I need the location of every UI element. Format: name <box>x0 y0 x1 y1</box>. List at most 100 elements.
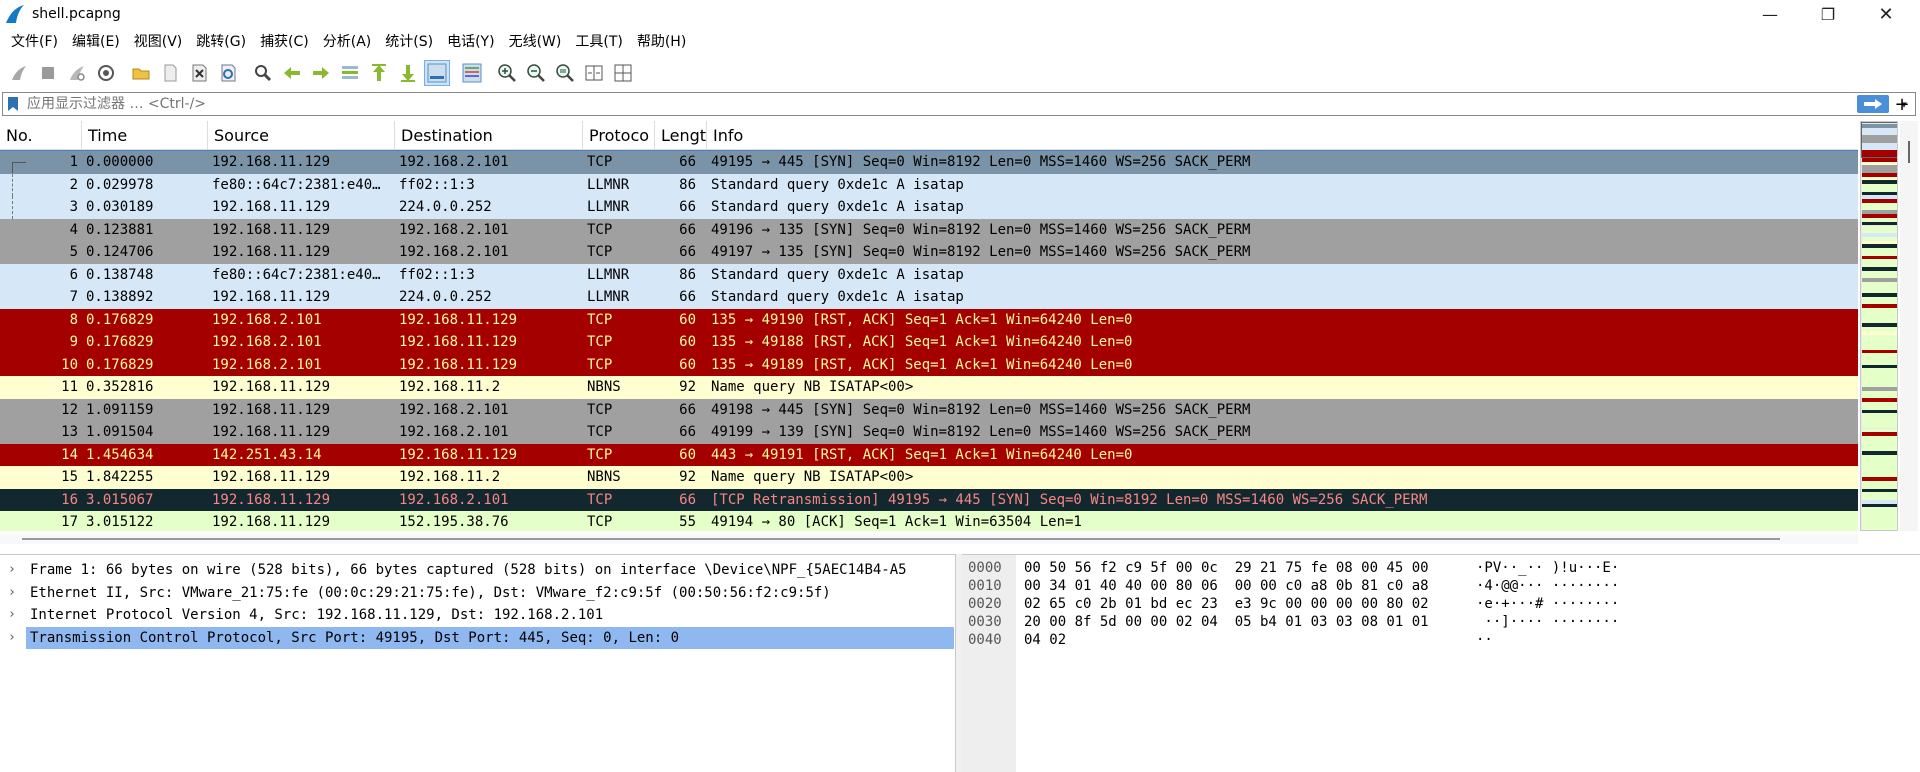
close-file-icon[interactable] <box>186 60 212 86</box>
first-packet-icon[interactable] <box>366 60 392 86</box>
column-header-info[interactable]: Info <box>707 121 1858 150</box>
packet-minimap[interactable] <box>1860 121 1898 531</box>
packet-list-horizontal-scrollbar[interactable] <box>0 534 1858 544</box>
packet-list-vertical-scrollbar[interactable] <box>1900 121 1918 531</box>
hex-ascii[interactable]: ·e·+···# ········ <box>1476 595 1619 613</box>
packet-row[interactable]: 9 0.176829 192.168.2.101 192.168.11.129 TCP 6… <box>0 331 1858 354</box>
expand-chevron-right-icon[interactable]: › <box>8 604 24 626</box>
column-header-time[interactable]: Time <box>82 121 208 150</box>
expand-chevron-right-icon[interactable]: › <box>8 627 24 649</box>
go-back-icon[interactable] <box>279 60 305 86</box>
go-to-packet-icon[interactable] <box>337 60 363 86</box>
hex-ascii[interactable]: ··]···· ········ <box>1476 613 1619 631</box>
detail-tree-row[interactable]: › Transmission Control Protocol, Src Port… <box>0 626 955 649</box>
packet-row[interactable]: 1 0.000000 192.168.11.129 192.168.2.101 TCP 6… <box>0 150 1858 175</box>
packet-cell-time: 3.015067 <box>86 491 154 508</box>
hex-bytes[interactable]: 04 02 <box>1024 631 1066 649</box>
menu-item-1[interactable]: 编辑(E) <box>65 30 127 54</box>
add-filter-button[interactable]: + <box>1888 92 1916 116</box>
capture-options-icon[interactable] <box>93 60 119 86</box>
packet-row[interactable]: 6 0.138748 fe80::64c7:2381:e40… ff02::1:3 LL… <box>0 263 1858 286</box>
detail-tree-row[interactable]: › Internet Protocol Version 4, Src: 192.1… <box>0 604 955 626</box>
detail-tree-row[interactable]: › Frame 1: 66 bytes on wire (528 bits), 6… <box>0 559 955 581</box>
packet-cell-protocol: TCP <box>587 356 613 373</box>
apply-filter-arrow-icon[interactable] <box>1857 95 1889 113</box>
packet-row[interactable]: 17 3.015122 192.168.11.129 152.195.38.76 TCP… <box>0 511 1858 531</box>
autoscroll-icon[interactable] <box>424 60 450 86</box>
horizontal-scrollbar-thumb[interactable] <box>22 538 1780 540</box>
hex-ascii[interactable]: ·PV··_·· )!u···E· <box>1476 559 1619 577</box>
open-folder-icon[interactable] <box>128 60 154 86</box>
hex-bytes[interactable]: 20 00 8f 5d 00 00 02 04 05 b4 01 03 03 0… <box>1024 613 1429 631</box>
menu-item-0[interactable]: 文件(F) <box>4 30 65 54</box>
maximize-button[interactable]: ❐ <box>1800 0 1856 28</box>
detail-tree-row[interactable]: › Ethernet II, Src: VMware_21:75:fe (00:0… <box>0 582 955 604</box>
filter-bookmark-icon[interactable] <box>3 93 23 115</box>
restart-icon[interactable] <box>64 60 90 86</box>
stop-icon[interactable] <box>35 60 61 86</box>
menu-item-6[interactable]: 统计(S) <box>378 30 440 54</box>
minimap-viewport[interactable] <box>1861 122 1897 158</box>
packet-row[interactable]: 3 0.030189 192.168.11.129 224.0.0.252 LLMNR 6… <box>0 196 1858 219</box>
packet-row[interactable]: 10 0.176829 192.168.2.101 192.168.11.129 TCP… <box>0 353 1858 376</box>
packet-details-pane[interactable]: › Frame 1: 66 bytes on wire (528 bits), 6… <box>0 554 956 772</box>
packet-list[interactable]: No. Time Source Destination Protoco Leng… <box>0 121 1858 531</box>
menu-item-8[interactable]: 无线(W) <box>502 30 569 54</box>
packet-row[interactable]: 16 3.015067 192.168.11.129 192.168.2.101 TCP… <box>0 488 1858 511</box>
display-filter-input[interactable] <box>23 96 1857 112</box>
column-header-length[interactable]: Lengt <box>655 121 707 150</box>
expand-chevron-right-icon[interactable]: › <box>8 559 24 581</box>
minimize-button[interactable]: — <box>1742 0 1798 28</box>
hex-bytes[interactable]: 00 50 56 f2 c9 5f 00 0c 29 21 75 fe 08 0… <box>1024 559 1429 577</box>
shark-fin-start-icon[interactable] <box>6 60 32 86</box>
packet-cell-info: 49198 → 445 [SYN] Seq=0 Win=8192 Len=0 M… <box>711 401 1251 418</box>
save-file-icon[interactable] <box>157 60 183 86</box>
reload-icon[interactable] <box>215 60 241 86</box>
vertical-scrollbar-thumb[interactable] <box>1908 141 1910 163</box>
menu-item-9[interactable]: 工具(T) <box>568 30 629 54</box>
go-forward-icon[interactable] <box>308 60 334 86</box>
column-header-destination[interactable]: Destination <box>395 121 583 150</box>
colorize-icon[interactable] <box>459 60 485 86</box>
packet-row[interactable]: 5 0.124706 192.168.11.129 192.168.2.101 TCP 6… <box>0 241 1858 264</box>
packet-cell-source: fe80::64c7:2381:e40… <box>212 266 381 283</box>
menu-item-5[interactable]: 分析(A) <box>316 30 379 54</box>
zoom-in-icon[interactable] <box>494 60 520 86</box>
menu-item-4[interactable]: 捕获(C) <box>253 30 316 54</box>
zoom-out-icon[interactable] <box>523 60 549 86</box>
packet-cell-no: 15 <box>61 469 78 485</box>
close-button[interactable]: ✕ <box>1858 0 1914 28</box>
packet-row[interactable]: 7 0.138892 192.168.11.129 224.0.0.252 LLMNR 6… <box>0 286 1858 309</box>
packet-cell-destination: 192.168.11.129 <box>399 311 518 328</box>
hex-ascii[interactable]: ·· <box>1476 631 1493 649</box>
resize-columns-icon[interactable] <box>581 60 607 86</box>
layout-icon[interactable] <box>610 60 636 86</box>
packet-row[interactable]: 8 0.176829 192.168.2.101 192.168.11.129 TCP 6… <box>0 308 1858 331</box>
hex-ascii[interactable]: ·4·@@··· ········ <box>1476 577 1619 595</box>
packet-row[interactable]: 13 1.091504 192.168.11.129 192.168.2.101 TCP… <box>0 421 1858 444</box>
packet-cell-info: 443 → 49191 [RST, ACK] Seq=1 Ack=1 Win=6… <box>711 446 1133 463</box>
column-header-source[interactable]: Source <box>208 121 395 150</box>
menu-item-10[interactable]: 帮助(H) <box>630 30 693 54</box>
packet-cell-info: 135 → 49189 [RST, ACK] Seq=1 Ack=1 Win=6… <box>711 356 1133 373</box>
menu-item-3[interactable]: 跳转(G) <box>189 30 253 54</box>
hex-bytes[interactable]: 02 65 c0 2b 01 bd ec 23 e3 9c 00 00 00 0… <box>1024 595 1429 613</box>
packet-row[interactable]: 14 1.454634 142.251.43.14 192.168.11.129 TCP… <box>0 443 1858 466</box>
expand-chevron-right-icon[interactable]: › <box>8 582 24 604</box>
menu-item-7[interactable]: 电话(Y) <box>440 30 501 54</box>
packet-row[interactable]: 4 0.123881 192.168.11.129 192.168.2.101 TCP 6… <box>0 218 1858 241</box>
menu-item-2[interactable]: 视图(V) <box>127 30 190 54</box>
packet-bytes-pane[interactable]: 0000 00 50 56 f2 c9 5f 00 0c 29 21 75 fe … <box>962 554 1920 772</box>
packet-row[interactable]: 15 1.842255 192.168.11.129 192.168.11.2 NBNS… <box>0 466 1858 489</box>
last-packet-icon[interactable] <box>395 60 421 86</box>
column-header-protocol[interactable]: Protoco <box>583 121 655 150</box>
find-icon[interactable] <box>250 60 276 86</box>
packet-row[interactable]: 12 1.091159 192.168.11.129 192.168.2.101 TCP… <box>0 398 1858 421</box>
packet-row[interactable]: 2 0.029978 fe80::64c7:2381:e40… ff02::1:3 LL… <box>0 173 1858 196</box>
column-header-no[interactable]: No. <box>0 121 82 150</box>
packet-cell-source: 192.168.2.101 <box>212 356 322 373</box>
hex-bytes[interactable]: 00 34 01 40 40 00 80 06 00 00 c0 a8 0b 8… <box>1024 577 1429 595</box>
packet-row[interactable]: 11 0.352816 192.168.11.129 192.168.11.2 NBNS… <box>0 376 1858 399</box>
packet-cell-source: 192.168.11.129 <box>212 199 331 215</box>
zoom-normal-icon[interactable] <box>552 60 578 86</box>
